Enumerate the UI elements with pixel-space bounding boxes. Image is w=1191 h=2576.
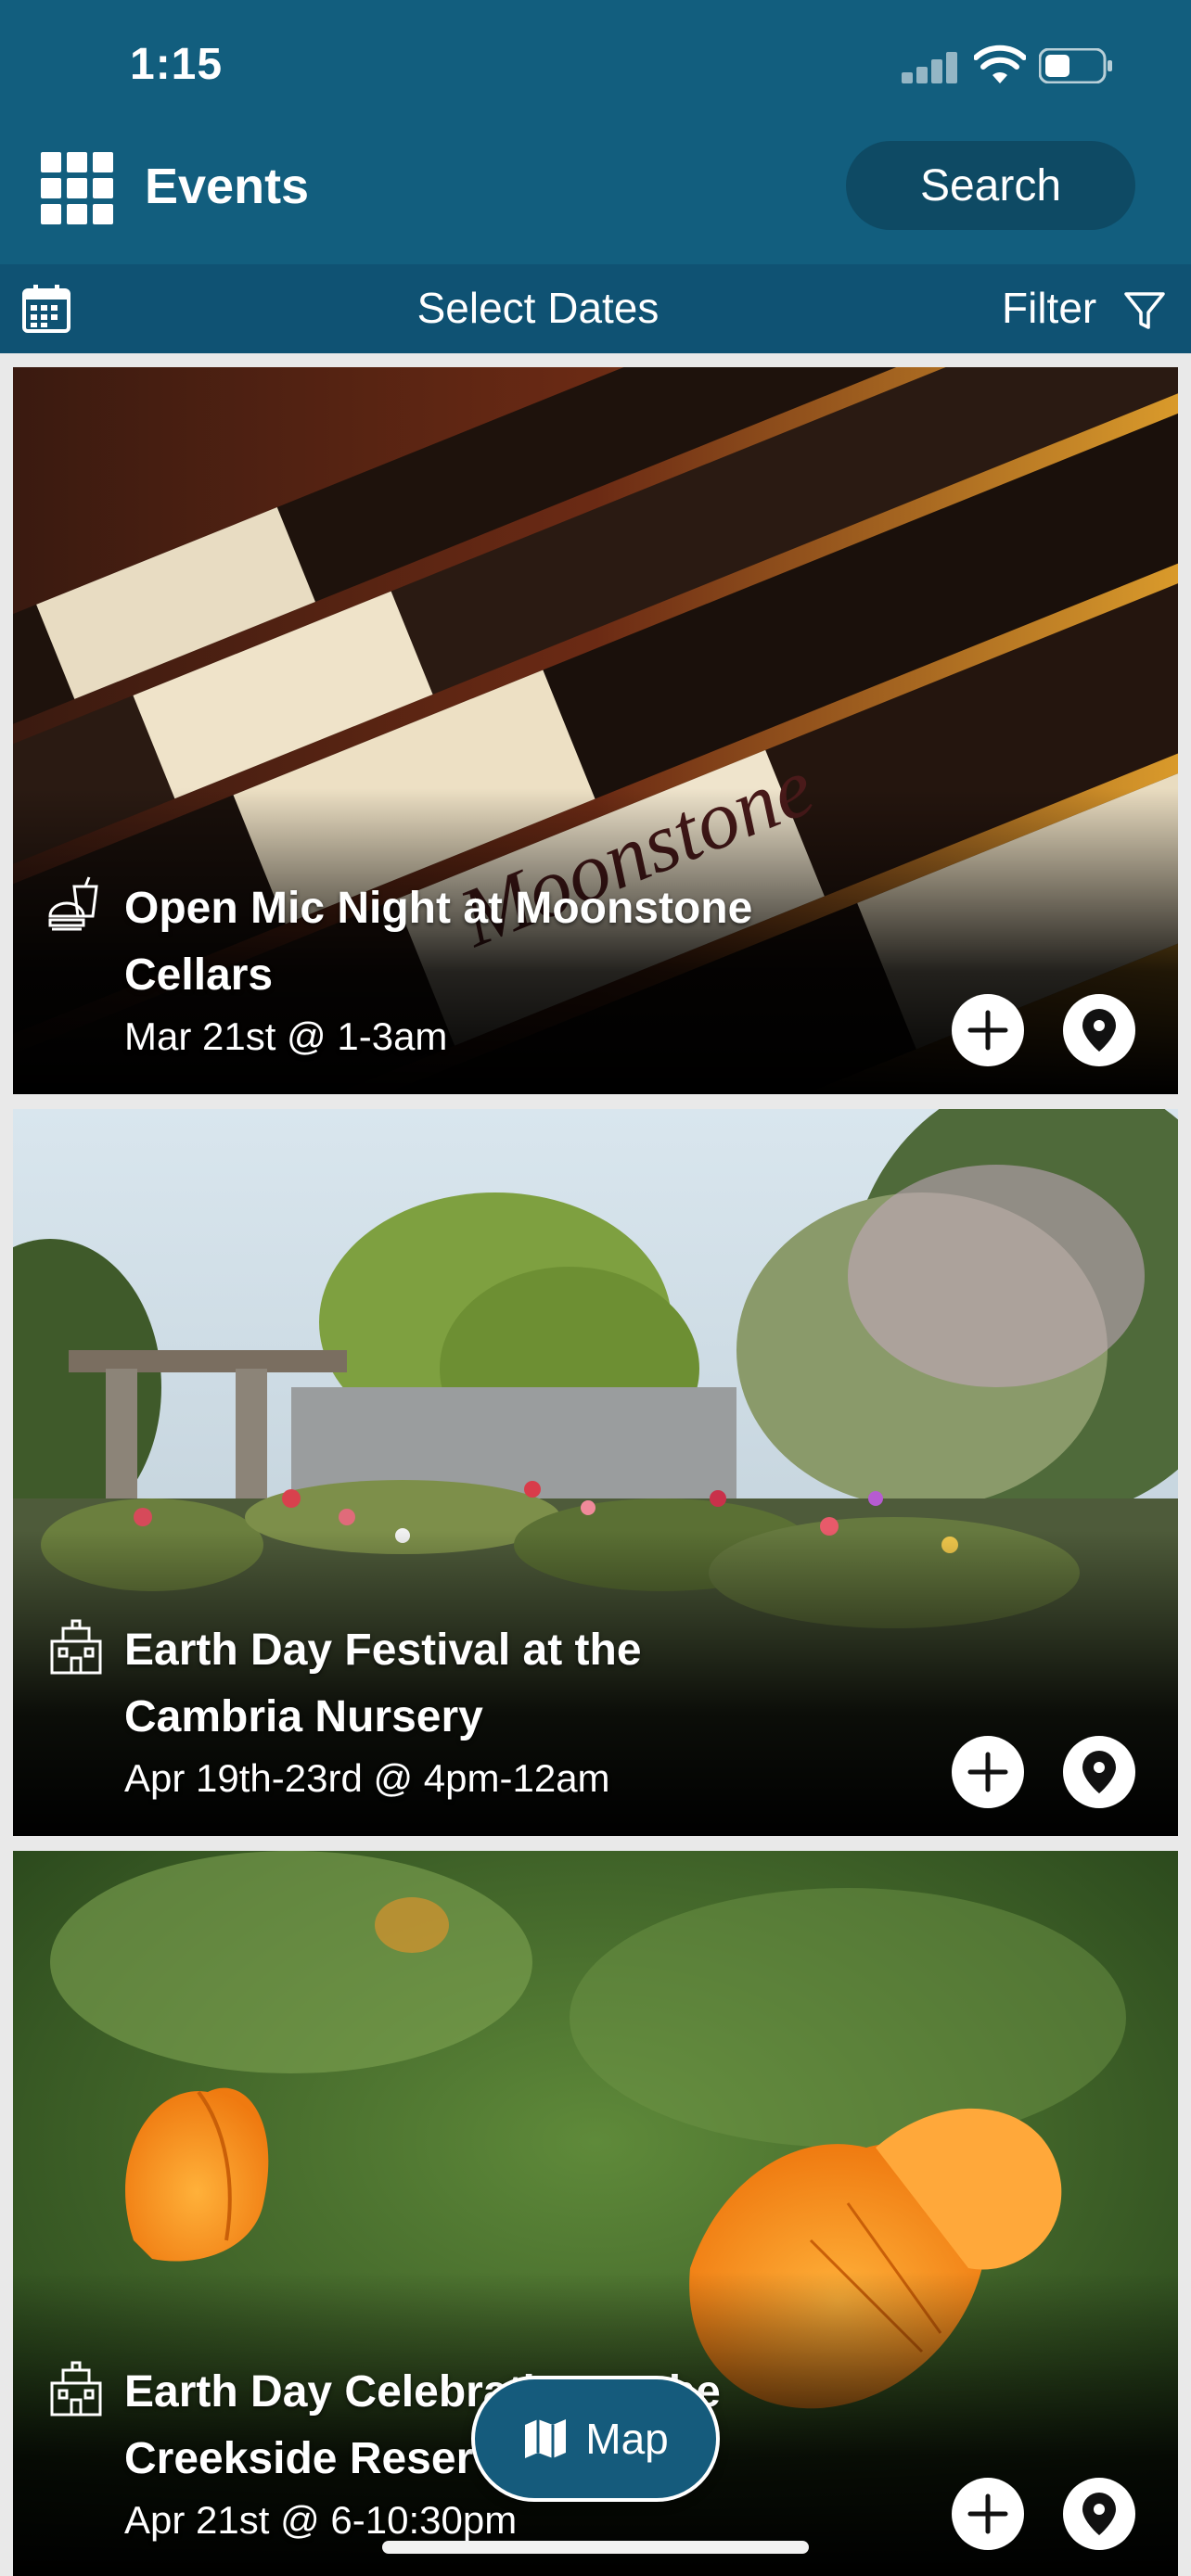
- event-location-button[interactable]: [1063, 1736, 1135, 1808]
- map-icon: [525, 2419, 567, 2458]
- event-card[interactable]: Moonstone Open Mic Night at Moonstone Ce…: [13, 367, 1178, 1094]
- page-title: Events: [145, 159, 310, 214]
- add-event-button[interactable]: [952, 994, 1024, 1066]
- map-button[interactable]: Map: [471, 2376, 720, 2502]
- date-filter-bar: Select Dates Filter: [0, 264, 1191, 353]
- building-icon: [50, 2361, 102, 2417]
- cellular-signal-icon: [902, 50, 959, 83]
- event-location-button[interactable]: [1063, 2478, 1135, 2550]
- map-pin-icon: [1082, 2493, 1116, 2535]
- event-card[interactable]: Earth Day Festival at the Cambria Nurser…: [13, 1109, 1178, 1836]
- map-pin-icon: [1082, 1751, 1116, 1793]
- status-time: 1:15: [130, 40, 224, 89]
- menu-grid-icon[interactable]: [41, 152, 113, 224]
- map-pin-icon: [1082, 1009, 1116, 1052]
- filter-icon[interactable]: [1122, 288, 1167, 333]
- event-title: Earth Day Festival at the Cambria Nurser…: [124, 1626, 642, 1741]
- map-button-label: Map: [585, 2415, 669, 2463]
- event-date: Apr 19th-23rd @ 4pm-12am: [124, 1756, 610, 1800]
- home-indicator[interactable]: [382, 2541, 809, 2554]
- wifi-icon: [974, 45, 1026, 83]
- add-event-button[interactable]: [952, 1736, 1024, 1808]
- select-dates-button[interactable]: Select Dates: [0, 283, 1076, 333]
- event-date: Mar 21st @ 1-3am: [124, 1014, 448, 1058]
- plus-icon: [967, 1010, 1008, 1051]
- plus-icon: [967, 1752, 1008, 1792]
- status-bar: 1:15: [0, 0, 1191, 130]
- event-title: Open Mic Night at Moonstone Cellars: [124, 884, 753, 1000]
- event-location-button[interactable]: [1063, 994, 1135, 1066]
- event-date: Apr 21st @ 6-10:30pm: [124, 2498, 518, 2542]
- search-button[interactable]: Search: [846, 141, 1135, 230]
- events-screen: 1:15 Events Search Select Dates Filter O…: [0, 0, 1191, 2576]
- battery-icon: [1039, 48, 1112, 83]
- filter-button[interactable]: Filter: [1002, 283, 1096, 333]
- food-drink-icon: [48, 876, 98, 931]
- building-icon: [50, 1619, 102, 1675]
- plus-icon: [967, 2493, 1008, 2534]
- add-event-button[interactable]: [952, 2478, 1024, 2550]
- title-bar: Events Search: [0, 130, 1191, 264]
- app-header: 1:15 Events Search: [0, 0, 1191, 264]
